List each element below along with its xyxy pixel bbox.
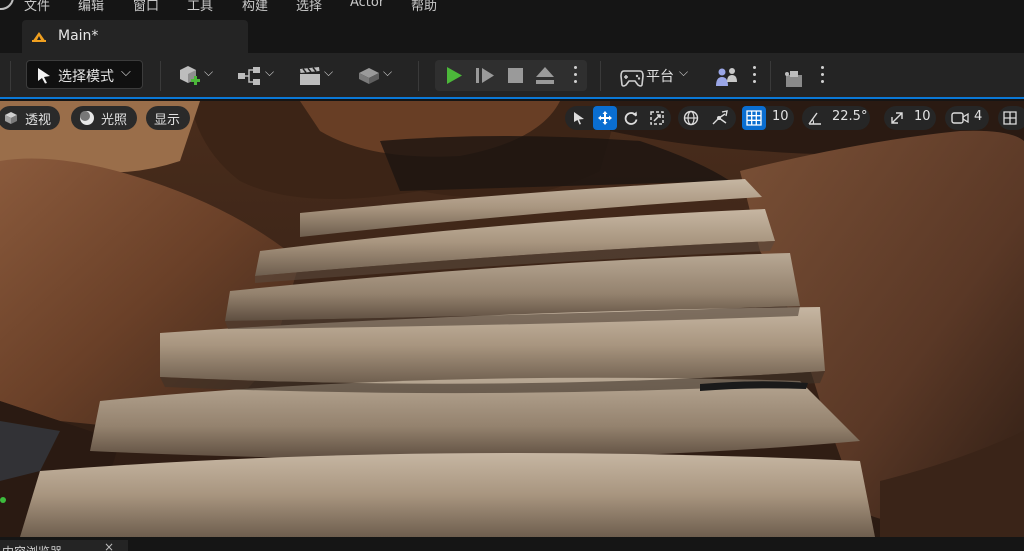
chevron-down-icon[interactable]: ⌵ [383,65,392,80]
source-control-icon[interactable] [784,67,804,91]
toolbar-separator [770,61,771,91]
grid-snap-value: 10 [772,109,789,124]
level-icon [32,32,46,42]
menu-select[interactable]: 选择 [296,0,322,14]
rotation-snap-control[interactable]: 22.5° [802,106,870,130]
settings-kebab-icon[interactable] [753,66,757,86]
grid-snap-toggle-active[interactable] [742,106,766,130]
angle-icon [808,112,821,125]
tab-main[interactable]: Main* [22,20,248,53]
show-button[interactable]: 显示 [146,106,190,130]
modes-icon[interactable] [357,64,381,88]
scale-arrow-icon [891,112,903,124]
toolbar-separator [10,61,11,91]
chevron-down-icon: ⌵ [121,65,131,80]
cube-icon [5,112,17,124]
axis-gizmo-icon [0,497,6,503]
menu-help[interactable]: 帮助 [411,0,437,14]
camera-speed-value: 4 [974,109,983,124]
tab-main-label: Main* [58,28,99,44]
content-browser-tab[interactable]: 内容浏览器 × [0,540,128,551]
add-actor-icon[interactable] [177,64,201,88]
perspective-label: 透视 [25,113,52,128]
gamepad-icon[interactable] [620,66,644,90]
scale-snap-value: 10 [914,109,931,124]
scale-snap-control[interactable]: 10 [884,106,936,130]
rotation-snap-value: 22.5° [832,109,868,124]
cursor-icon [38,68,50,84]
viewport-layout-button[interactable] [998,106,1024,130]
eject-icon[interactable] [535,66,555,85]
level-viewport[interactable]: 透视 光照 显示 10 22.5° 10 4 [0,101,1024,537]
advance-frame-icon[interactable] [475,66,495,85]
tab-strip: Main* [0,16,1024,53]
chevron-down-icon[interactable]: ⌵ [204,65,213,80]
surface-snap-icon[interactable] [711,110,729,126]
lighting-label: 光照 [101,113,128,128]
layout-grid-icon [1003,111,1017,125]
multi-user-icon[interactable] [715,65,739,89]
lighting-button[interactable]: 光照 [71,106,137,130]
scene-render [0,101,1024,537]
menu-actor[interactable]: Actor [350,0,384,10]
blueprint-icon[interactable] [237,64,263,88]
bottom-panel-bar: 内容浏览器 × [0,537,1024,551]
toolbar-separator [600,61,601,91]
content-browser-label: 内容浏览器 [2,543,62,551]
platforms-label[interactable]: 平台 [646,66,674,86]
camera-icon [951,112,969,124]
transform-tools [565,106,671,130]
cinematics-icon[interactable] [298,64,322,88]
grid-icon [746,110,762,126]
selection-mode-dropdown[interactable]: 选择模式 ⌵ [26,60,143,89]
play-options-kebab-icon[interactable] [574,66,578,86]
coordinate-tools [678,106,736,130]
grid-snap-control[interactable]: 10 [742,106,794,130]
scale-icon[interactable] [649,110,665,126]
toolbar-separator [160,61,161,91]
chevron-down-icon[interactable]: ⌵ [324,65,333,80]
menu-file[interactable]: 文件 [24,0,50,14]
menu-build[interactable]: 构建 [242,0,268,14]
main-toolbar: 选择模式 ⌵ ⌵ ⌵ ⌵ ⌵ 平台 ⌵ [0,53,1024,99]
perspective-button[interactable]: 透视 [0,106,60,130]
chevron-down-icon[interactable]: ⌵ [265,65,274,80]
camera-speed-control[interactable]: 4 [945,106,989,130]
close-icon[interactable]: × [104,540,114,551]
show-label: 显示 [154,113,181,128]
menu-window[interactable]: 窗口 [133,0,159,14]
toolbar-separator [418,61,419,91]
play-icon[interactable] [445,66,463,85]
source-control-kebab-icon[interactable] [821,66,825,86]
lighting-icon [80,111,94,125]
move-arrows-icon [598,111,612,125]
stop-icon[interactable] [507,67,524,84]
menu-tools[interactable]: 工具 [187,0,213,14]
menu-edit[interactable]: 编辑 [78,0,104,14]
chevron-down-icon[interactable]: ⌵ [679,65,688,80]
translate-tool-active[interactable] [593,106,617,130]
select-cursor-icon[interactable] [573,111,585,125]
selection-mode-label: 选择模式 [58,69,114,85]
rotate-icon[interactable] [623,110,639,126]
play-controls [435,60,587,91]
world-globe-icon[interactable] [683,110,699,126]
menu-bar: 文件 编辑 窗口 工具 构建 选择 Actor 帮助 [0,0,1024,16]
unreal-logo-icon[interactable] [0,0,14,10]
